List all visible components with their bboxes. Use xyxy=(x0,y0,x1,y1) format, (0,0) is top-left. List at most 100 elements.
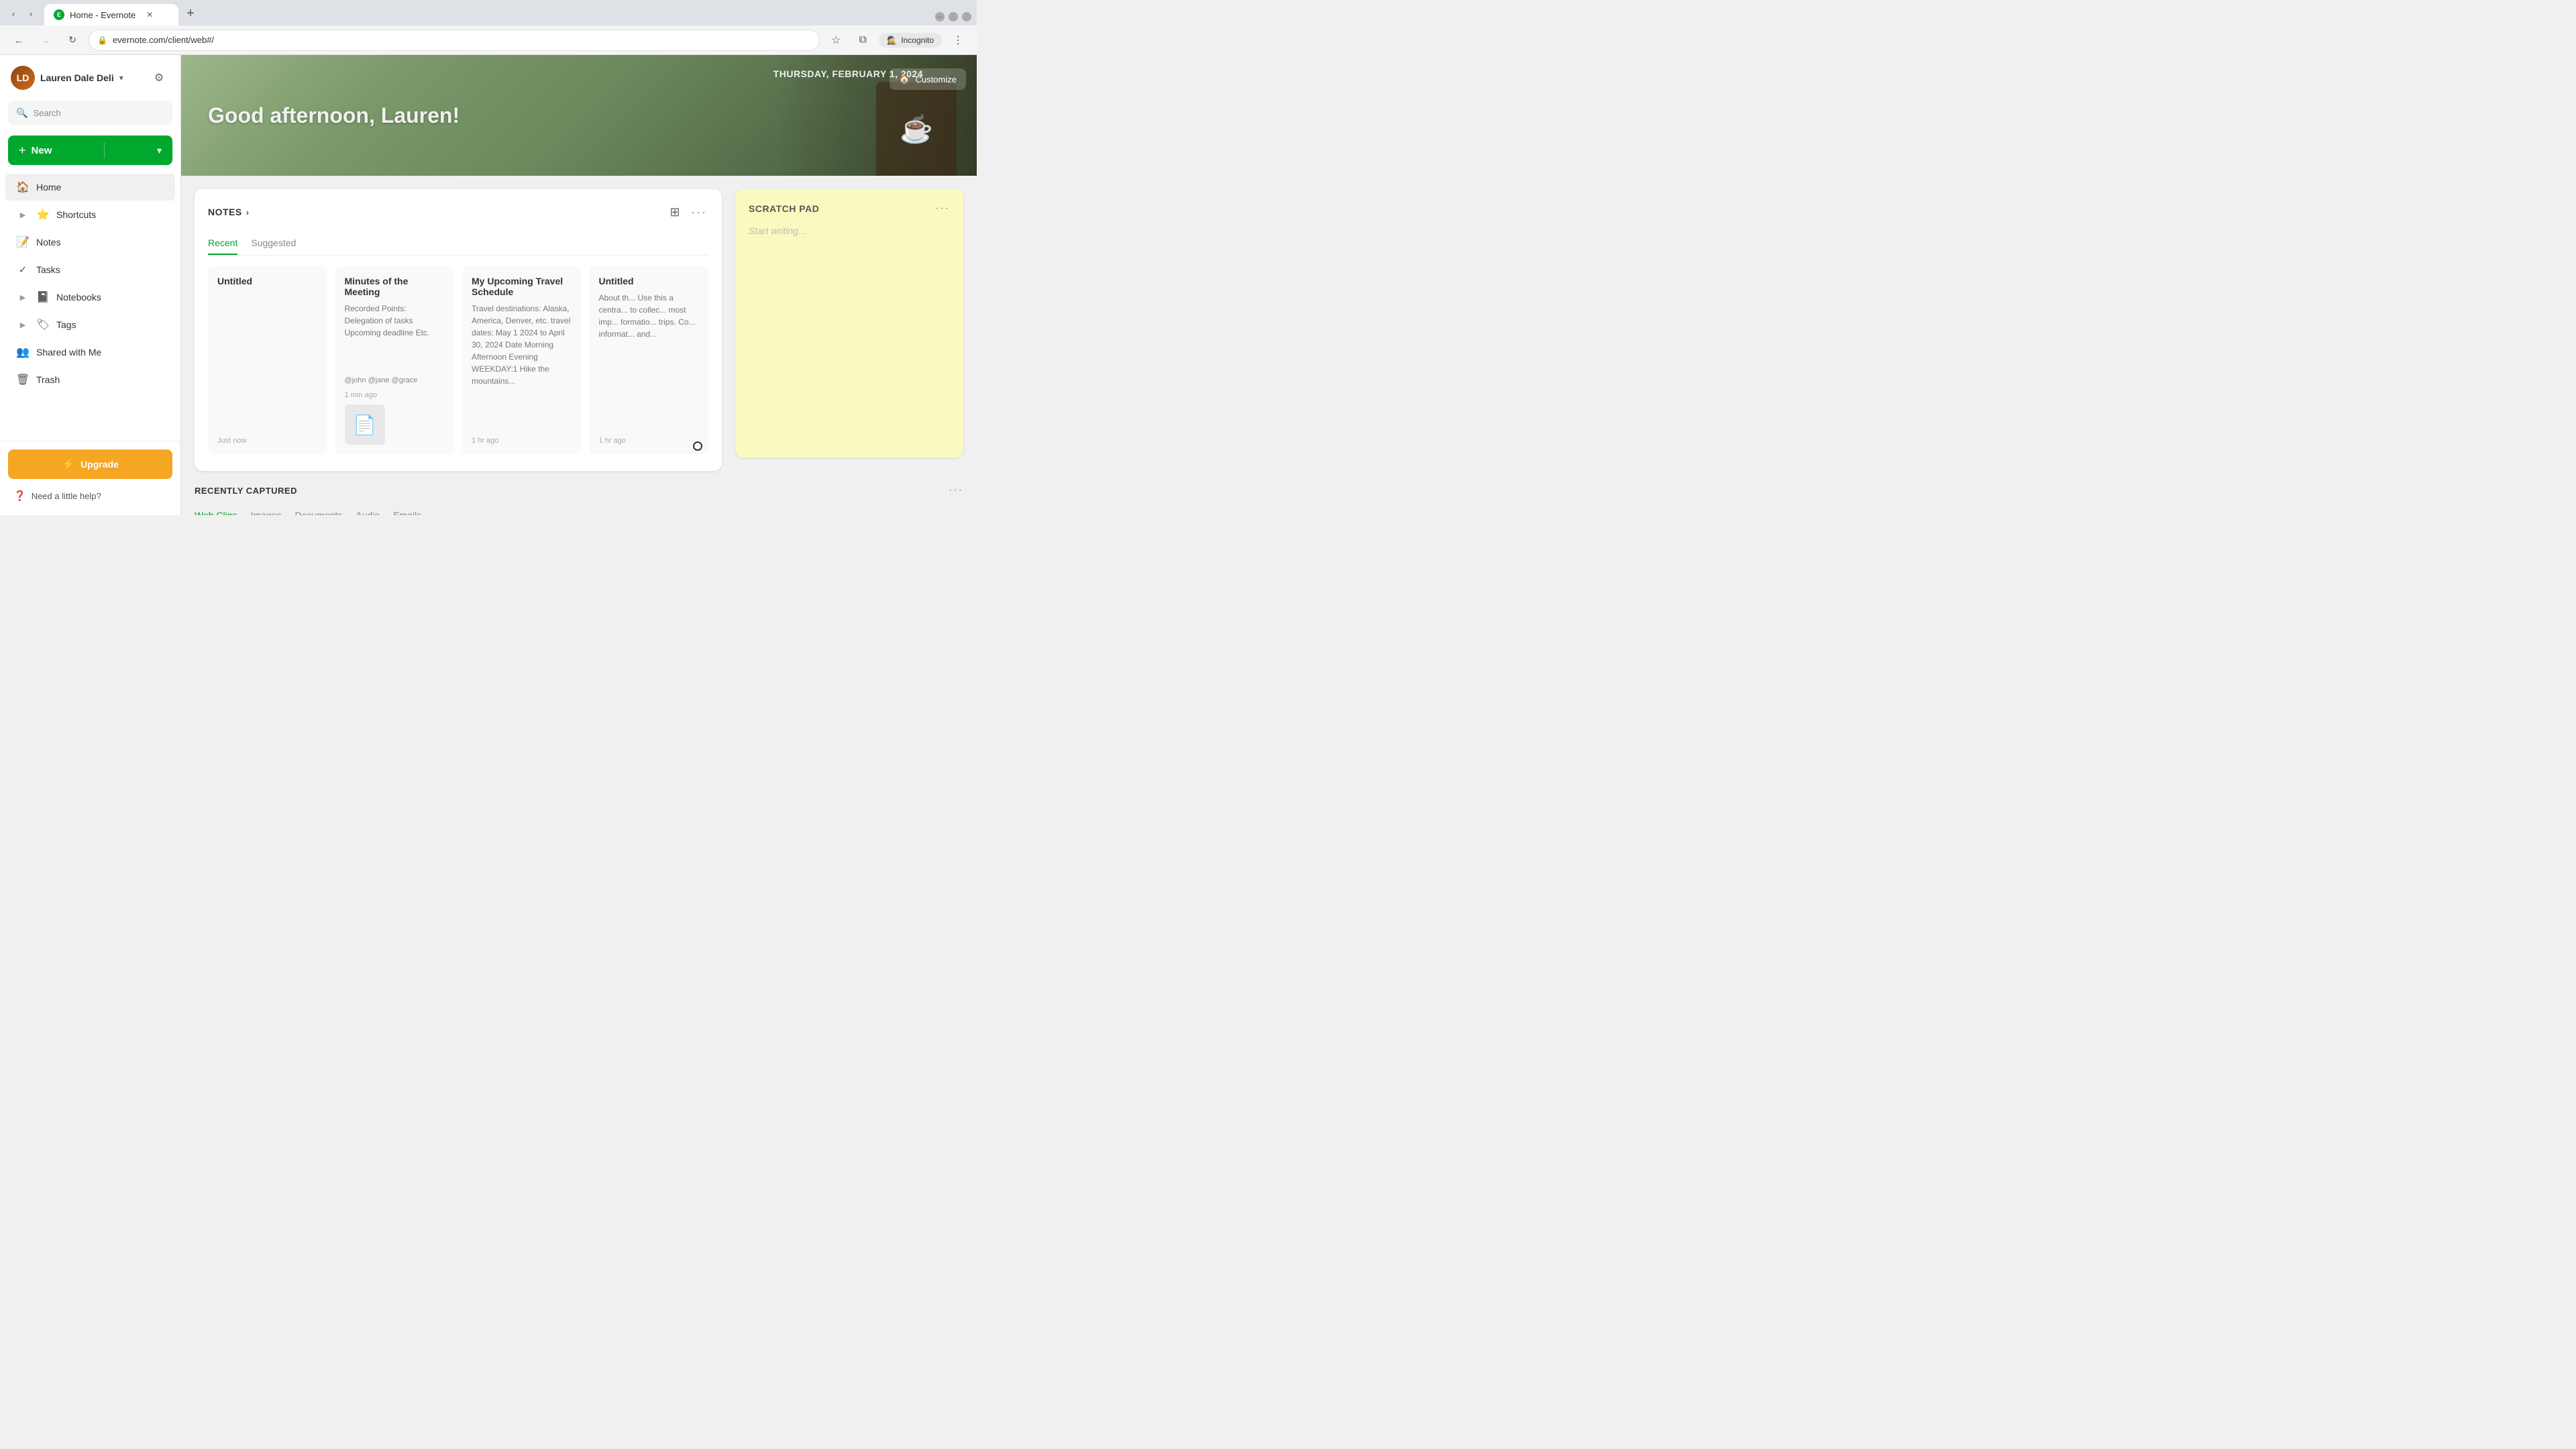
recently-captured-tabs: Web Clips Images Documents Audio Emails xyxy=(195,504,963,515)
scratch-pad-body[interactable]: Start writing... xyxy=(749,225,950,236)
notes-add-btn[interactable]: ⊞ xyxy=(665,203,684,221)
scratch-pad-placeholder: Start writing... xyxy=(749,225,950,236)
shortcuts-expand-icon: ▶ xyxy=(16,208,30,221)
tasks-label: Tasks xyxy=(36,264,60,275)
captured-tab-audio[interactable]: Audio xyxy=(356,504,380,515)
recently-captured-header: RECENTLY CAPTURED ··· xyxy=(195,484,963,496)
tab-close-btn[interactable]: ✕ xyxy=(144,9,156,21)
trash-label: Trash xyxy=(36,374,60,385)
sidebar-header: LD Lauren Dale Deli ▾ ⚙ xyxy=(0,55,180,95)
shortcuts-label: Shortcuts xyxy=(56,209,96,220)
help-button[interactable]: ❓ Need a little help? xyxy=(8,484,172,507)
shortcuts-star-icon: ⭐ xyxy=(36,208,50,221)
sidebar-nav: 🏠 Home ▶ ⭐ Shortcuts 📝 Notes ✓ Tasks ▶ 📓… xyxy=(0,170,180,441)
forward-btn[interactable]: → xyxy=(35,30,56,51)
maximize-btn[interactable] xyxy=(949,12,958,21)
note-2-body: Recorded Points: Delegation of tasks Upc… xyxy=(345,303,445,374)
sidebar-item-tasks[interactable]: ✓ Tasks xyxy=(5,256,175,283)
new-btn-left: + New xyxy=(19,144,52,158)
window-controls: ─ xyxy=(935,12,971,25)
browser-window: ‹ › E Home - Evernote ✕ + ─ ← → ↻ 🔒 ever… xyxy=(0,0,977,55)
notes-tabs: Recent Suggested xyxy=(208,232,708,256)
hero-banner: ☕ Good afternoon, Lauren! THURSDAY, FEBR… xyxy=(181,55,977,176)
sidebar-item-shared[interactable]: 👥 Shared with Me xyxy=(5,339,175,366)
scratch-pad-title: SCRATCH PAD xyxy=(749,203,819,214)
search-icon: 🔍 xyxy=(16,107,28,119)
captured-tab-web-clips[interactable]: Web Clips xyxy=(195,504,237,515)
shared-label: Shared with Me xyxy=(36,347,101,358)
notes-tab-suggested[interactable]: Suggested xyxy=(251,232,296,255)
notebooks-expand-icon: ▶ xyxy=(16,290,30,304)
greeting-text: Good afternoon, Lauren! xyxy=(208,103,460,128)
address-bar[interactable]: 🔒 evernote.com/client/web#/ xyxy=(89,30,820,51)
prev-tab-btn[interactable]: ‹ xyxy=(5,5,21,21)
new-btn-divider xyxy=(104,142,105,158)
tasks-icon: ✓ xyxy=(16,263,30,276)
customize-label: Customize xyxy=(916,74,957,85)
tags-expand-icon: ▶ xyxy=(16,318,30,331)
customize-home-icon: 🏠 xyxy=(899,74,910,85)
notes-widget-title[interactable]: NOTES › xyxy=(208,207,250,217)
tab-bar: ‹ › E Home - Evernote ✕ + ─ xyxy=(0,0,977,25)
tags-label: Tags xyxy=(56,319,76,330)
sidebar-item-notebooks[interactable]: ▶ 📓 Notebooks xyxy=(5,284,175,311)
app-container: LD Lauren Dale Deli ▾ ⚙ 🔍 Search + New ▾ xyxy=(0,55,977,515)
settings-button[interactable]: ⚙ xyxy=(148,67,170,89)
active-tab[interactable]: E Home - Evernote ✕ xyxy=(44,4,178,25)
note-3-title: My Upcoming Travel Schedule xyxy=(472,276,572,297)
sidebar-item-home[interactable]: 🏠 Home xyxy=(5,174,175,201)
upgrade-button[interactable]: ⚡ Upgrade xyxy=(8,449,172,479)
scratch-pad-more-btn[interactable]: ··· xyxy=(935,203,950,215)
captured-tab-images[interactable]: Images xyxy=(251,504,282,515)
main-content: ☕ Good afternoon, Lauren! THURSDAY, FEBR… xyxy=(181,55,977,515)
address-text: evernote.com/client/web#/ xyxy=(113,35,214,45)
sidebar-item-notes[interactable]: 📝 Notes xyxy=(5,229,175,256)
notes-widget: NOTES › ⊞ ··· Recent Suggested xyxy=(195,189,722,471)
new-tab-btn[interactable]: + xyxy=(181,4,200,23)
incognito-label: Incognito xyxy=(901,36,934,45)
tab-title: Home - Evernote xyxy=(70,10,136,20)
incognito-indicator: 🕵 Incognito xyxy=(879,33,942,48)
notes-widget-header: NOTES › ⊞ ··· xyxy=(208,203,708,221)
notes-title-text: NOTES xyxy=(208,207,242,217)
note-1-meta: Just now xyxy=(217,437,318,445)
notes-icon: 📝 xyxy=(16,235,30,249)
recently-captured-title: RECENTLY CAPTURED xyxy=(195,486,297,496)
back-btn[interactable]: ← xyxy=(8,30,30,51)
next-tab-btn[interactable]: › xyxy=(23,5,39,21)
recently-captured-more-btn[interactable]: ··· xyxy=(949,484,963,496)
notes-grid: Untitled Just now Minutes of the Meeting… xyxy=(208,266,708,454)
sidebar-item-trash[interactable]: 🗑 Trash xyxy=(5,366,175,393)
captured-tab-documents[interactable]: Documents xyxy=(294,504,342,515)
new-button[interactable]: + New ▾ xyxy=(8,136,172,165)
user-profile[interactable]: LD Lauren Dale Deli ▾ xyxy=(11,66,123,90)
new-chevron-icon: ▾ xyxy=(157,145,162,156)
notes-title-arrow-icon: › xyxy=(246,207,250,217)
note-2-tags: @john @jane @grace xyxy=(345,376,445,384)
split-screen-btn[interactable]: ⧉ xyxy=(852,30,873,51)
settings-icon: ⚙ xyxy=(154,71,164,85)
minimize-btn[interactable]: ─ xyxy=(935,12,945,21)
upgrade-label: Upgrade xyxy=(80,459,119,470)
notes-tab-recent[interactable]: Recent xyxy=(208,232,237,255)
note-card-2[interactable]: Minutes of the Meeting Recorded Points: … xyxy=(335,266,455,454)
sidebar-item-shortcuts[interactable]: ▶ ⭐ Shortcuts xyxy=(5,201,175,228)
note-card-1[interactable]: Untitled Just now xyxy=(208,266,327,454)
note-3-body: Travel destinations: Alaska, America, De… xyxy=(472,303,572,430)
close-window-btn[interactable] xyxy=(962,12,971,21)
reload-btn[interactable]: ↻ xyxy=(62,30,83,51)
note-2-thumb-icon: 📄 xyxy=(353,414,376,436)
customize-button[interactable]: 🏠 Customize xyxy=(890,68,966,90)
note-card-4[interactable]: Untitled About th... Use this a centra..… xyxy=(590,266,709,454)
browser-menu-btn[interactable]: ⋮ xyxy=(947,30,969,51)
bookmark-btn[interactable]: ☆ xyxy=(825,30,847,51)
note-2-title: Minutes of the Meeting xyxy=(345,276,445,297)
note-card-3[interactable]: My Upcoming Travel Schedule Travel desti… xyxy=(462,266,582,454)
notes-more-btn[interactable]: ··· xyxy=(690,203,708,221)
recently-captured-section: RECENTLY CAPTURED ··· Web Clips Images D… xyxy=(181,484,977,515)
note-3-meta: 1 hr ago xyxy=(472,437,572,445)
captured-tab-emails[interactable]: Emails xyxy=(393,504,421,515)
sidebar-item-tags[interactable]: ▶ 🏷 Tags xyxy=(5,311,175,338)
search-box[interactable]: 🔍 Search xyxy=(8,101,172,125)
new-label: New xyxy=(32,145,52,156)
